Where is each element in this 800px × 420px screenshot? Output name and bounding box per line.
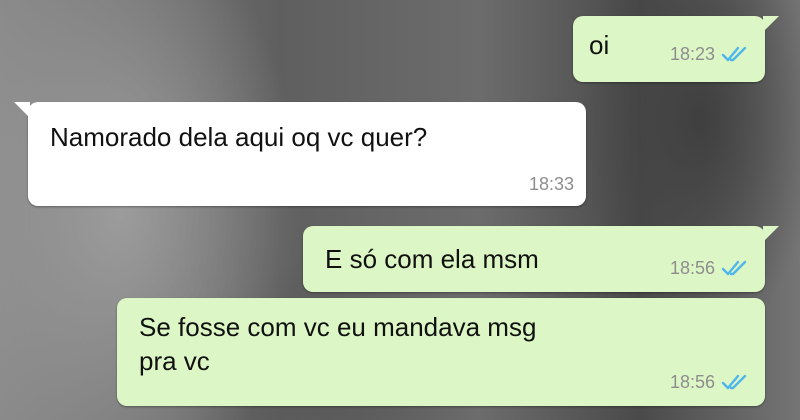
message-text: Se fosse com vc eu mandava msg pra vc: [139, 312, 537, 376]
message-time: 18:56: [669, 258, 715, 278]
message-meta: 18:23: [670, 44, 749, 64]
double-check-read-icon: [721, 46, 747, 62]
message-time: 18:33: [528, 174, 574, 194]
double-check-read-icon: [721, 374, 747, 390]
message-text: Namorado dela aqui oq vc quer?: [50, 122, 428, 152]
message-bubble-outgoing[interactable]: E só com ela msm 18:56: [303, 226, 779, 292]
message-bubble-incoming[interactable]: Namorado dela aqui oq vc quer? 18:33: [14, 102, 586, 206]
double-check-read-icon: [721, 260, 747, 276]
message-bubble-outgoing[interactable]: oi 18:23: [573, 16, 779, 82]
message-meta: 18:56: [670, 258, 749, 278]
message-time: 18:56: [669, 372, 715, 392]
message-meta: 18:56: [670, 372, 749, 392]
message-bubble-outgoing[interactable]: Se fosse com vc eu mandava msg pra vc 18…: [117, 298, 765, 406]
message-meta: 18:33: [529, 174, 574, 194]
message-text: oi: [589, 30, 610, 60]
message-time: 18:23: [669, 44, 715, 64]
message-text: E só com ela msm: [325, 244, 539, 274]
